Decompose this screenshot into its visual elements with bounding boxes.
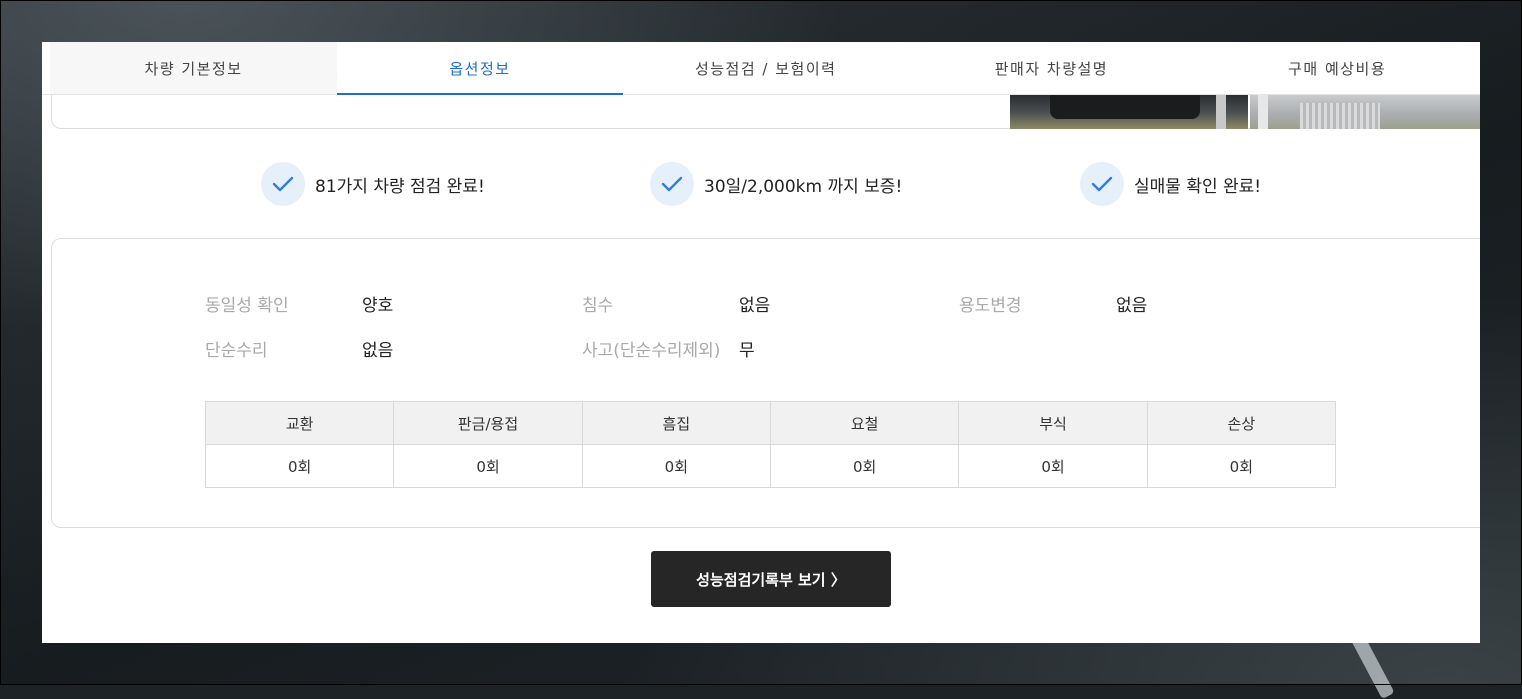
view-inspection-record-button[interactable]: 성능점검기록부 보기 〉: [651, 551, 891, 607]
tab-basic-info[interactable]: 차량 기본정보: [50, 42, 338, 94]
table-cell: 0회: [958, 444, 1148, 488]
tab-bar: 차량 기본정보 옵션정보 성능점검 / 보험이력 판매자 차량설명 구매 예상비…: [42, 42, 1480, 95]
table-cell: 0회: [204, 444, 395, 488]
table-cell: 0회: [393, 444, 583, 488]
table-cell: 0회: [581, 444, 772, 488]
table-row: 0회 0회 0회 0회 0회 0회: [204, 444, 1337, 488]
table-header: 부식: [958, 401, 1148, 445]
table-header-row: 교환 판금/용접 흠집 요철 부식 손상: [204, 401, 1337, 445]
guarantee-text: 81가지 차량 점검 완료!: [315, 176, 485, 197]
table-header: 판금/용접: [393, 401, 583, 445]
vehicle-detail-panel: 차량 기본정보 옵션정보 성능점검 / 보험이력 판매자 차량설명 구매 예상비…: [42, 42, 1480, 643]
accident-value: 무: [739, 341, 755, 361]
check-icon: [261, 162, 305, 206]
check-icon: [650, 162, 694, 206]
table-header: 요철: [769, 401, 960, 445]
table-header: 교환: [204, 401, 395, 445]
accident-label: 사고(단순수리제외): [582, 341, 721, 361]
table-header: 흠집: [581, 401, 772, 445]
guarantee-item: 81가지 차량 점검 완료!: [261, 161, 485, 207]
check-icon: [1080, 162, 1124, 206]
car-photo[interactable]: [1250, 95, 1480, 129]
identity-label: 동일성 확인: [205, 296, 289, 316]
tab-inspection-insurance[interactable]: 성능점검 / 보험이력: [623, 42, 909, 94]
guarantee-item: 실매물 확인 완료!: [1080, 161, 1261, 207]
flood-label: 침수: [582, 296, 614, 316]
guarantee-text: 30일/2,000km 까지 보증!: [704, 176, 903, 197]
table-cell: 0회: [1146, 444, 1337, 488]
guarantee-item: 30일/2,000km 까지 보증!: [650, 161, 902, 207]
table-cell: 0회: [769, 444, 960, 488]
simple-repair-label: 단순수리: [205, 341, 268, 361]
car-photo[interactable]: [1010, 95, 1248, 129]
identity-value: 양호: [362, 296, 394, 316]
usage-change-value: 없음: [1116, 296, 1148, 316]
repair-history-table: 교환 판금/용접 흠집 요철 부식 손상 0회 0회 0회 0회 0회 0회: [204, 401, 1337, 488]
tab-options[interactable]: 옵션정보: [337, 42, 623, 95]
guarantee-text: 실매물 확인 완료!: [1134, 176, 1262, 197]
simple-repair-value: 없음: [362, 341, 394, 361]
tab-seller-description[interactable]: 판매자 차량설명: [909, 42, 1195, 94]
tab-expected-cost[interactable]: 구매 예상비용: [1194, 42, 1480, 94]
table-header: 손상: [1146, 401, 1337, 445]
flood-value: 없음: [739, 296, 771, 316]
usage-change-label: 용도변경: [959, 296, 1022, 316]
